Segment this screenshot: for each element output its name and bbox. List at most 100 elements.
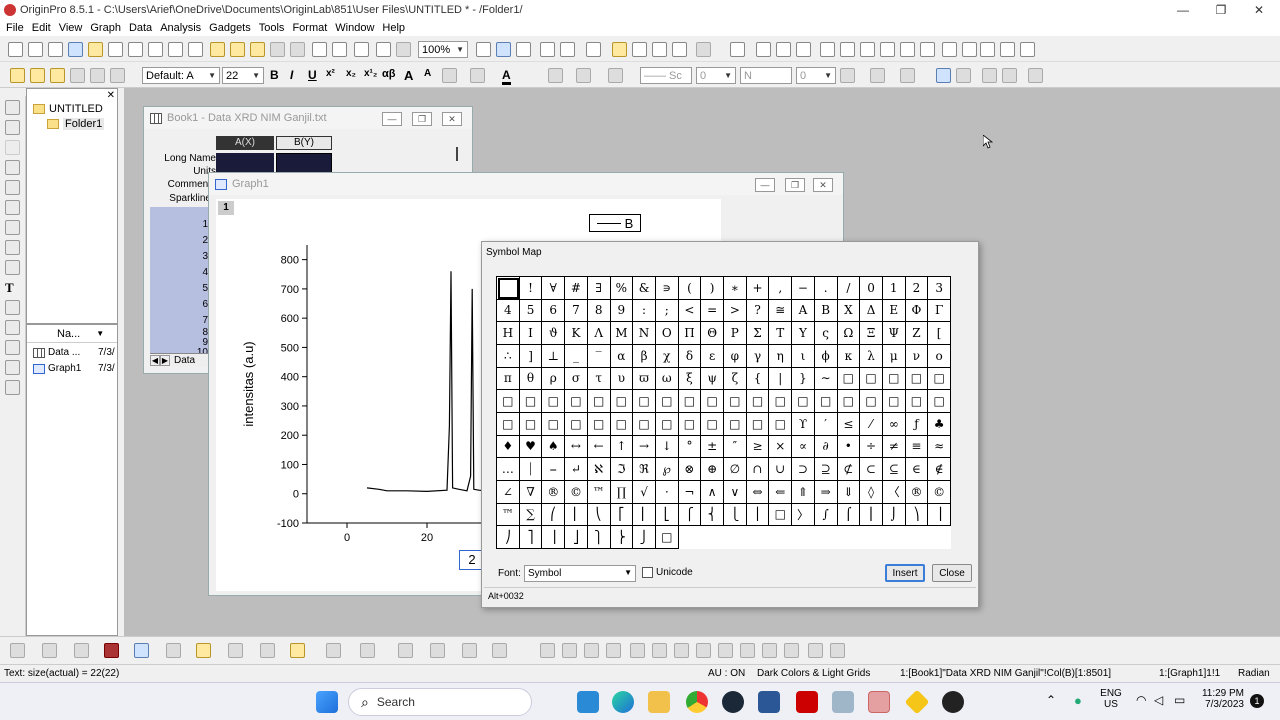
symbol-cell[interactable]: Λ xyxy=(587,322,611,345)
symbol-cell[interactable]: Τ xyxy=(769,322,793,345)
symbol-cell[interactable]: ⇔ xyxy=(746,480,770,504)
symbol-cell[interactable]: ) xyxy=(701,277,724,300)
app-icon[interactable] xyxy=(832,691,854,713)
data-reader-icon[interactable] xyxy=(5,180,20,195)
symbol-cell[interactable]: ∧ xyxy=(701,480,724,504)
symbol-cell[interactable]: … xyxy=(497,458,520,481)
symbol-cell[interactable]: _ xyxy=(565,344,588,368)
line-style-select[interactable]: —— Sc xyxy=(640,67,692,84)
align-6-icon[interactable] xyxy=(652,643,667,658)
symbol-cell[interactable]: □ xyxy=(519,412,543,436)
align-5-icon[interactable] xyxy=(630,643,645,658)
symbol-cell[interactable]: ↓ xyxy=(655,435,679,459)
align-center-icon[interactable] xyxy=(470,68,485,83)
symbol-cell[interactable]: ∠ xyxy=(497,480,520,504)
symbol-cell[interactable]: □ xyxy=(497,412,520,436)
symbol-cell[interactable]: □ xyxy=(746,412,770,436)
new-report-icon[interactable] xyxy=(188,42,203,57)
menu-help[interactable]: Help xyxy=(380,22,411,34)
new-workbook-icon[interactable] xyxy=(28,42,43,57)
symbol-cell[interactable]: Ζ xyxy=(905,322,929,345)
symbol-cell[interactable]: ↵ xyxy=(565,458,588,481)
symbol-cell[interactable]: { xyxy=(746,367,770,391)
symbol-cell[interactable]: ∗ xyxy=(724,277,747,300)
symbol-cell[interactable]: / xyxy=(837,277,861,300)
underline-button[interactable]: U xyxy=(308,68,317,82)
symbol-cell[interactable]: 3 xyxy=(928,277,951,300)
symbol-cell[interactable]: ? xyxy=(746,299,770,323)
symbol-cell[interactable]: ω xyxy=(655,367,679,391)
symbol-cell[interactable]: ⎢ xyxy=(633,503,656,527)
symbol-cell[interactable]: ÷ xyxy=(860,435,883,459)
symbol-cell[interactable]: ♥ xyxy=(519,435,543,459)
language-indicator[interactable]: ENG US xyxy=(1100,688,1122,710)
symbol-cell[interactable]: ϕ xyxy=(814,344,838,368)
menu-graph[interactable]: Graph xyxy=(88,22,127,34)
symbol-cell[interactable]: ℑ xyxy=(610,458,634,481)
symbol-cell[interactable]: < xyxy=(678,299,702,323)
open-excel-icon[interactable] xyxy=(250,42,265,57)
wifi-icon[interactable]: ◠ xyxy=(1136,693,1146,707)
symbol-cell[interactable]: ∩ xyxy=(746,458,770,481)
align-9-icon[interactable] xyxy=(718,643,733,658)
symbol-cell[interactable]: □ xyxy=(905,390,929,413)
column-plot-icon[interactable] xyxy=(104,643,119,658)
symbol-cell[interactable]: } xyxy=(792,367,815,391)
pattern-icon[interactable] xyxy=(840,68,855,83)
axis-tool-1-icon[interactable] xyxy=(820,42,835,57)
symbol-cell[interactable]: β xyxy=(633,344,656,368)
zoom-select[interactable]: 100% ▼ xyxy=(418,41,468,58)
symbol-cell[interactable]: ⎦ xyxy=(565,526,588,549)
symbol-cell[interactable]: □ xyxy=(655,412,679,436)
layer-5-icon[interactable] xyxy=(90,68,105,83)
symbol-cell[interactable]: Ψ xyxy=(882,322,906,345)
symbol-cell[interactable]: ⊥ xyxy=(542,344,566,368)
minimize-button[interactable]: — xyxy=(382,112,402,126)
distribute-h-icon[interactable] xyxy=(1002,68,1017,83)
symbol-cell[interactable]: □ xyxy=(769,412,793,436)
symbol-cell[interactable]: υ xyxy=(610,367,634,391)
symbol-cell[interactable]: • xyxy=(837,435,861,459)
chrome-icon[interactable] xyxy=(686,691,708,713)
symbol-cell[interactable]: □ xyxy=(565,390,588,413)
symbol-cell[interactable]: ⎪ xyxy=(746,503,770,527)
symbol-cell[interactable]: □ xyxy=(678,390,702,413)
code-builder-icon[interactable] xyxy=(540,42,555,57)
symbol-cell[interactable]: − xyxy=(792,277,815,300)
symbol-cell[interactable]: □ xyxy=(792,390,815,413)
symbol-cell[interactable]: ⊇ xyxy=(814,458,838,481)
symbol-cell[interactable]: ∏ xyxy=(610,480,634,504)
symbol-cell[interactable]: ⎤ xyxy=(519,526,543,549)
symbol-cell[interactable]: Φ xyxy=(905,299,929,323)
align-1-icon[interactable] xyxy=(540,643,555,658)
symbol-cell[interactable]: ∍ xyxy=(655,277,679,300)
symbol-cell[interactable]: 〈 xyxy=(882,480,906,504)
symbol-cell[interactable]: κ xyxy=(837,344,861,368)
symbol-cell[interactable]: ≅ xyxy=(769,299,793,323)
symbol-cell[interactable]: ⇒ xyxy=(814,480,838,504)
line-plot-icon[interactable] xyxy=(10,643,25,658)
symbol-cell[interactable]: ∼ xyxy=(814,367,838,391)
menu-tools[interactable]: Tools xyxy=(257,22,291,34)
symbol-cell[interactable]: Ν xyxy=(633,322,656,345)
symbol-cell[interactable]: 2 xyxy=(905,277,929,300)
command-window-icon[interactable] xyxy=(612,42,627,57)
scrollbar[interactable] xyxy=(456,147,458,161)
align-8-icon[interactable] xyxy=(696,643,711,658)
front-icon[interactable] xyxy=(808,643,823,658)
symbol-cell[interactable]: ∇ xyxy=(519,480,543,504)
symbol-cell[interactable]: ⎛ xyxy=(542,503,566,527)
symbol-cell[interactable]: 1 xyxy=(882,277,906,300)
symbol-cell[interactable]: □ xyxy=(928,367,951,391)
symbol-cell[interactable]: ⌠ xyxy=(837,503,861,527)
microphone-icon[interactable]: ● xyxy=(1074,693,1082,708)
cell-selected[interactable] xyxy=(276,153,332,173)
smart-hint-icon[interactable] xyxy=(672,42,687,57)
zoom-icon[interactable] xyxy=(5,120,20,135)
symbol-cell[interactable]: ⏐ xyxy=(519,458,543,481)
close-button[interactable]: ✕ xyxy=(813,178,833,192)
symbol-cell[interactable]: ⁄ xyxy=(860,412,883,436)
symbol-cell[interactable]: ∞ xyxy=(882,412,906,436)
fill-color-icon[interactable] xyxy=(576,68,591,83)
tree-folder[interactable]: Folder1 xyxy=(47,118,105,130)
